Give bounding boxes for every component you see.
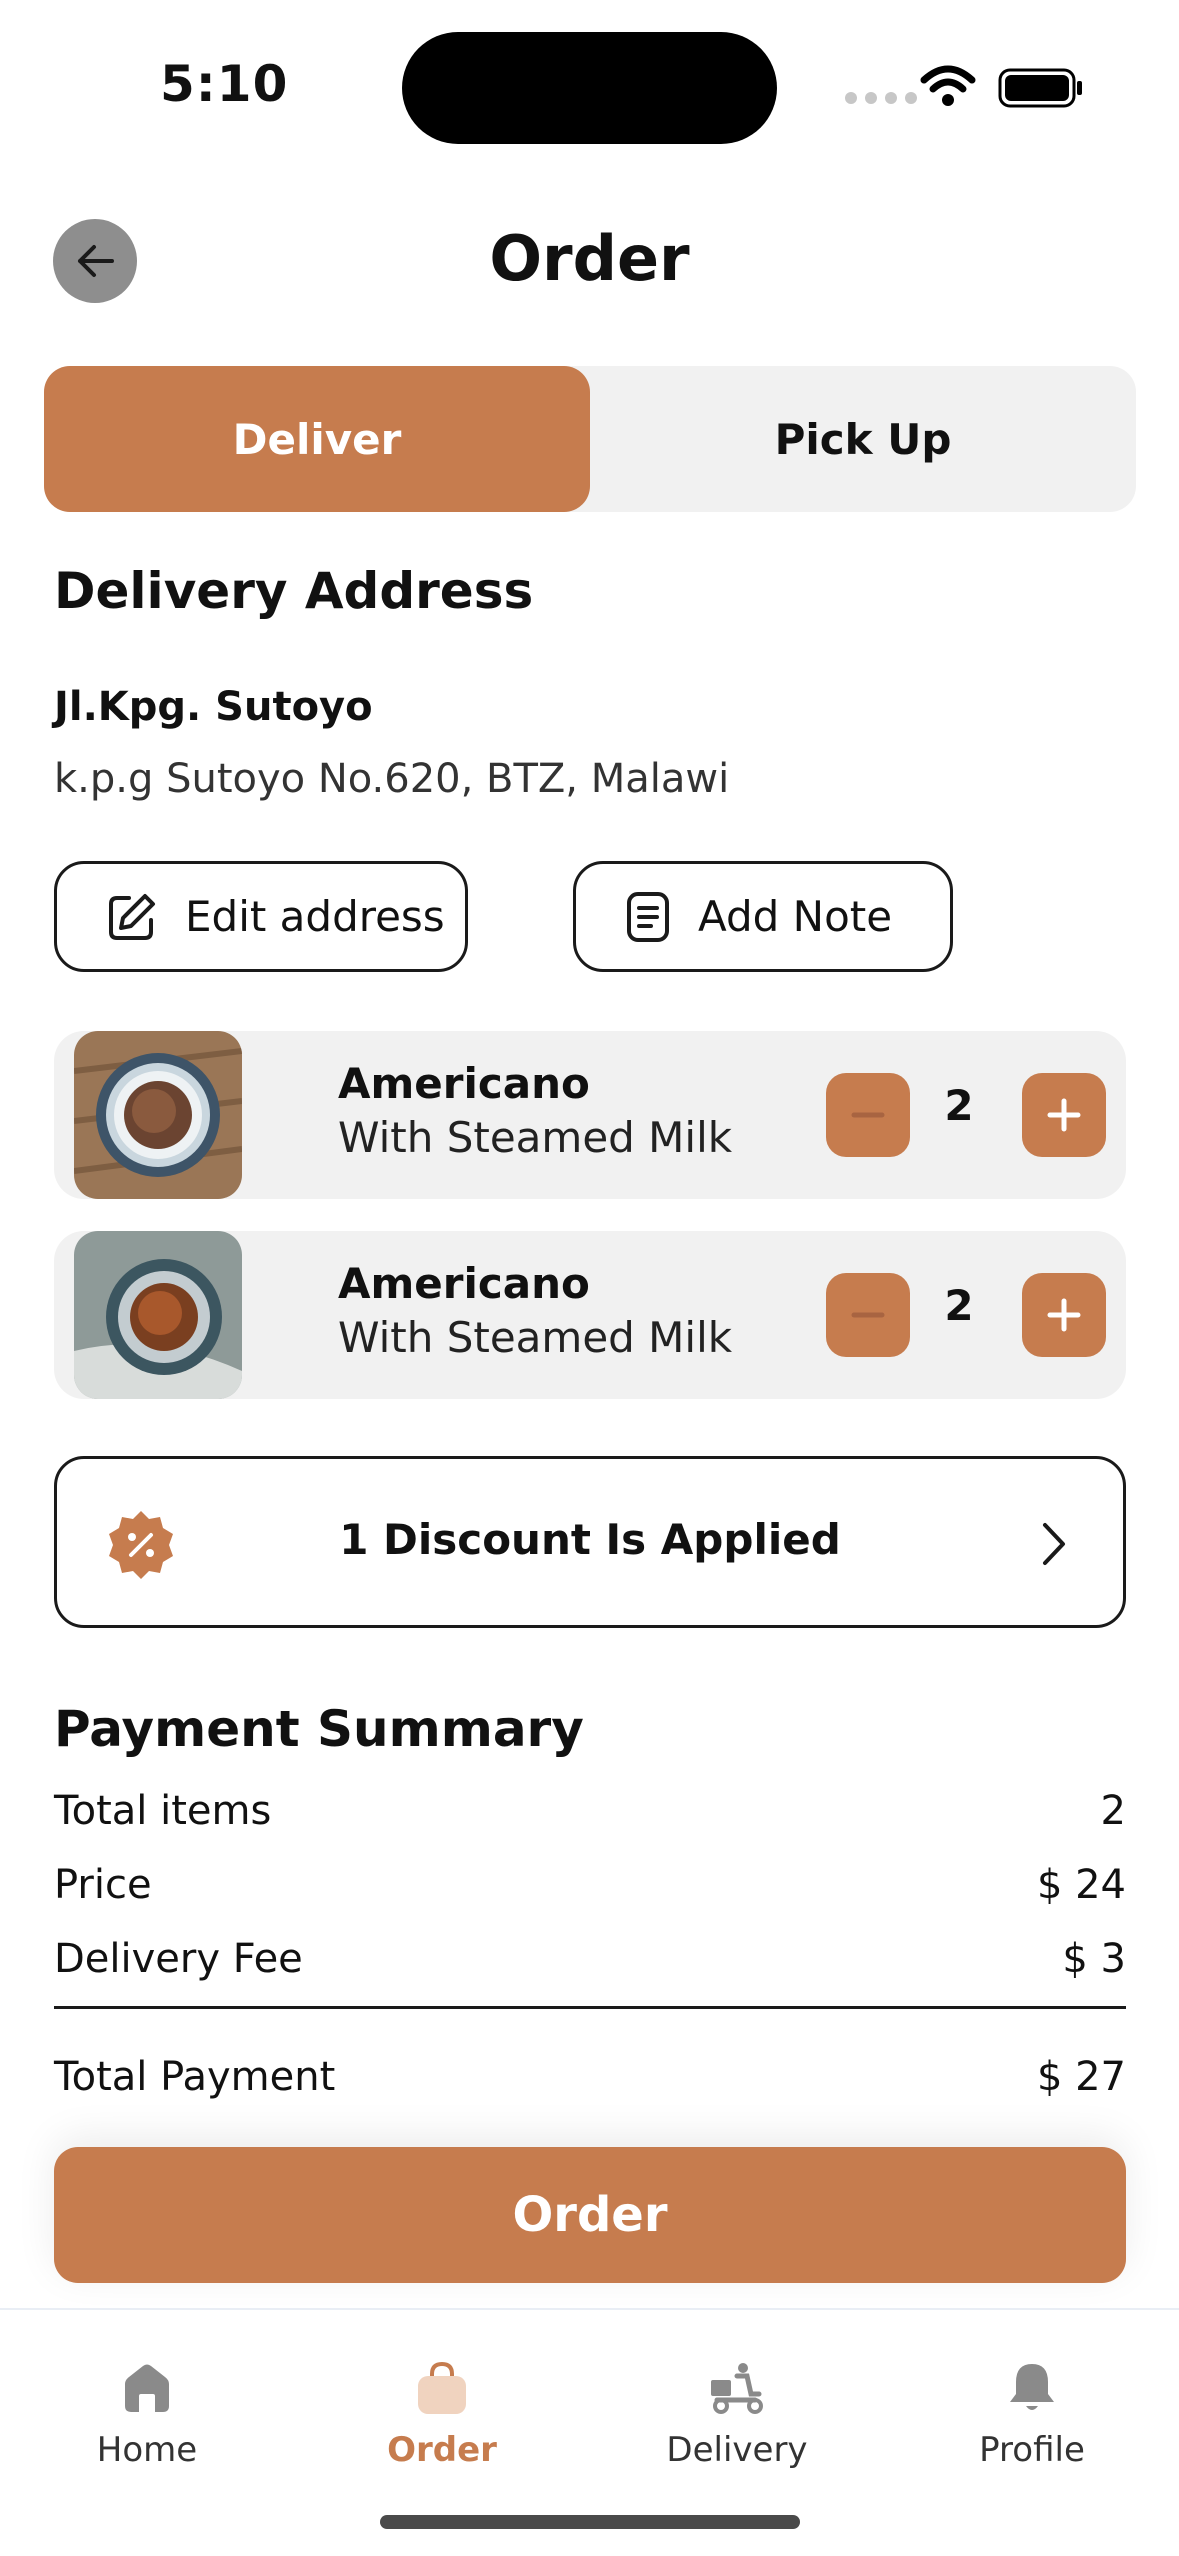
discount-label: 1 Discount Is Applied [339, 1515, 841, 1564]
nav-label: Order [387, 2430, 497, 2470]
coffee-cup-photo [74, 1231, 242, 1399]
edit-address-label: Edit address [185, 892, 445, 941]
item-quantity: 2 [944, 1281, 974, 1330]
total-payment-label: Total Payment [54, 2054, 336, 2100]
order-button[interactable]: Order [54, 2147, 1126, 2283]
tab-deliver[interactable]: Deliver [44, 366, 590, 512]
bag-icon [418, 2361, 466, 2414]
bell-icon [1010, 2364, 1054, 2410]
nav-item-order[interactable]: Order [342, 2360, 542, 2470]
increase-quantity-button[interactable] [1022, 1273, 1106, 1357]
minus-icon [851, 1112, 885, 1118]
order-item: Americano With Steamed Milk 2 [54, 1031, 1126, 1199]
address-name: Jl.Kpg. Sutoyo [54, 684, 373, 730]
note-icon [624, 890, 672, 944]
chevron-right-icon [1037, 1519, 1071, 1573]
page-title: Order [489, 222, 690, 295]
nav-item-profile[interactable]: Profile [932, 2360, 1132, 2470]
payment-row: Delivery Fee $ 3 [54, 1936, 1126, 1982]
total-payment-row: Total Payment $ 27 [54, 2054, 1126, 2100]
home-indicator [380, 2515, 800, 2529]
decrease-quantity-button[interactable] [826, 1073, 910, 1157]
coffee-cup-photo [74, 1031, 242, 1199]
add-note-button[interactable]: Add Note [573, 861, 953, 972]
payment-row-value: $ 24 [1036, 1862, 1126, 1908]
dynamic-island [402, 32, 777, 144]
payment-row-label: Delivery Fee [54, 1936, 303, 1982]
signal-icon [845, 92, 917, 104]
edit-address-button[interactable]: Edit address [54, 861, 468, 972]
payment-row-label: Price [54, 1862, 152, 1908]
home-icon [125, 2364, 169, 2412]
item-description: With Steamed Milk [338, 1113, 733, 1162]
item-name: Americano [338, 1259, 590, 1308]
nav-label: Profile [979, 2430, 1085, 2470]
nav-label: Delivery [666, 2430, 808, 2470]
tab-pick-up[interactable]: Pick Up [590, 366, 1136, 512]
payment-row: Total items 2 [54, 1788, 1126, 1834]
item-name: Americano [338, 1059, 590, 1108]
wifi-icon [920, 64, 976, 112]
battery-icon [998, 68, 1084, 112]
discount-applied-button[interactable]: 1 Discount Is Applied [54, 1456, 1126, 1628]
nav-item-home[interactable]: Home [47, 2360, 247, 2470]
increase-quantity-button[interactable] [1022, 1073, 1106, 1157]
delivery-mode-tabs: Deliver Pick Up [44, 366, 1136, 512]
plus-icon [1047, 1098, 1081, 1132]
item-quantity: 2 [944, 1081, 974, 1130]
address-detail: k.p.g Sutoyo No.620, BTZ, Malawi [54, 756, 730, 802]
add-note-label: Add Note [698, 892, 893, 941]
minus-icon [851, 1312, 885, 1318]
item-description: With Steamed Milk [338, 1313, 733, 1362]
payment-divider [54, 2006, 1126, 2009]
edit-icon [105, 890, 159, 944]
payment-row-label: Total items [54, 1788, 272, 1834]
payment-summary-title: Payment Summary [54, 1700, 584, 1758]
plus-icon [1047, 1298, 1081, 1332]
status-time: 5:10 [160, 55, 289, 113]
total-payment-value: $ 27 [1036, 2054, 1126, 2100]
payment-row-value: $ 3 [1062, 1936, 1126, 1982]
payment-row: Price $ 24 [54, 1862, 1126, 1908]
nav-item-delivery[interactable]: Delivery [637, 2360, 837, 2470]
nav-label: Home [96, 2430, 198, 2470]
order-item: Americano With Steamed Milk 2 [54, 1231, 1126, 1399]
decrease-quantity-button[interactable] [826, 1273, 910, 1357]
delivery-address-title: Delivery Address [54, 562, 534, 620]
delivery-scooter-icon [711, 2363, 763, 2414]
payment-row-value: 2 [1100, 1788, 1126, 1834]
order-screen: 5:10 Order Deliver Pick Up Delivery Addr… [0, 0, 1179, 2556]
